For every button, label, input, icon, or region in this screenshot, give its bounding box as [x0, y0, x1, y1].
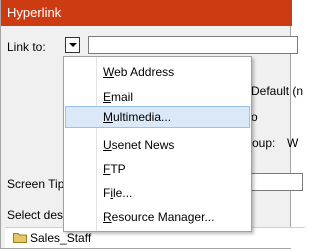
menu-item-usenet-news[interactable]: Usenet News — [65, 134, 250, 156]
default-text: Default (n — [251, 84, 304, 98]
menu-item-web-address[interactable]: Web Address — [65, 61, 250, 83]
title-bar: Hyperlink — [1, 0, 292, 26]
hyperlink-dialog: Hyperlink Link to: Default (n o oup: W S… — [0, 0, 305, 249]
window-title: Hyperlink — [7, 5, 62, 20]
partial-label-group: oup: — [252, 136, 276, 150]
link-to-input[interactable] — [88, 36, 298, 54]
folder-icon — [13, 233, 27, 243]
tree-item-label: Sales_Staff — [30, 231, 92, 245]
menu-item-email[interactable]: Email — [65, 86, 250, 108]
partial-label-o: o — [251, 110, 258, 124]
screen-tip-label: Screen Tip — [7, 177, 65, 191]
link-to-label: Link to: — [7, 40, 46, 54]
select-destination-label: Select desti — [7, 208, 70, 222]
link-to-dropdown-button[interactable] — [65, 37, 80, 53]
menu-item-ftp[interactable]: FTP — [65, 158, 250, 180]
menu-item-resource-manager[interactable]: Resource Manager... — [65, 206, 250, 228]
partial-label-w: W — [287, 136, 299, 150]
menu-item-multimedia[interactable]: Multimedia... — [65, 106, 250, 128]
menu-item-file[interactable]: File... — [65, 182, 250, 204]
link-type-menu: Web Address Email Multimedia... Usenet N… — [63, 56, 252, 232]
